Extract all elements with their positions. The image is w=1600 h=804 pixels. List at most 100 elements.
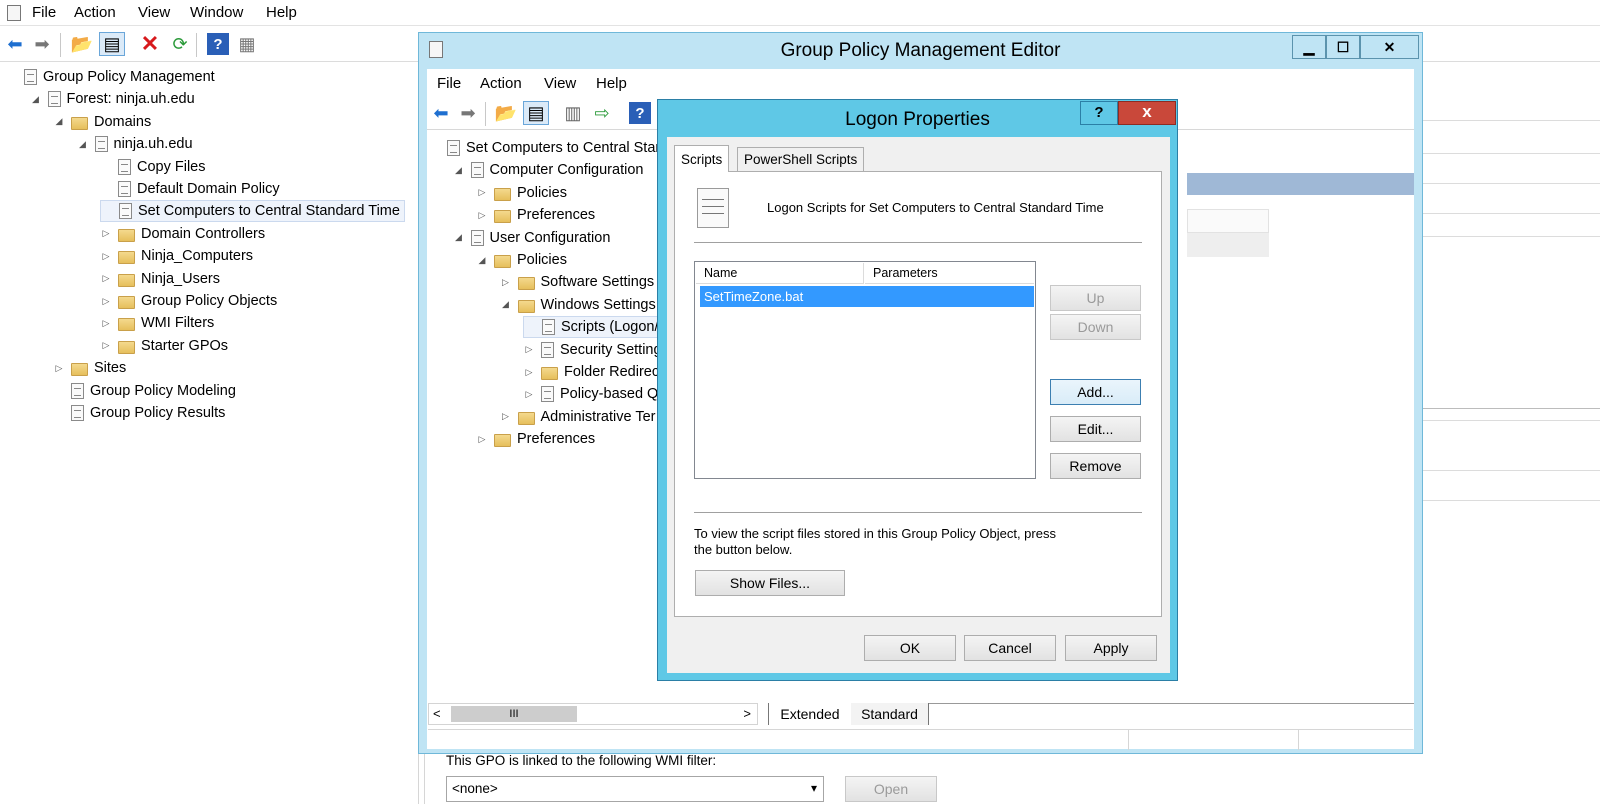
menu-help[interactable]: Help [266, 4, 297, 21]
forward-arrow-icon[interactable]: ➡ [31, 33, 53, 55]
tree-item[interactable]: ◢ Policies [476, 249, 567, 271]
editor-menu-view[interactable]: View [544, 75, 576, 92]
tree-item[interactable]: ◢ ninja.uh.edu [77, 133, 193, 155]
apply-button[interactable]: Apply [1065, 635, 1157, 661]
expand-arrow-icon[interactable]: ▷ [476, 187, 488, 198]
expand-arrow-icon[interactable]: ▷ [476, 210, 488, 221]
tree-item[interactable]: ▷ Policies [476, 182, 567, 204]
edit-script-button[interactable]: Edit... [1050, 416, 1141, 442]
tree-item[interactable]: ◢ Computer Configuration [453, 159, 643, 181]
tree-item[interactable]: ▷ Folder Redirect [523, 361, 663, 383]
expand-arrow-icon[interactable]: ▷ [523, 344, 535, 355]
up-button[interactable]: Up [1050, 285, 1141, 311]
editor-up-folder-icon[interactable]: 📂 [495, 102, 517, 124]
editor-menu-file[interactable]: File [437, 75, 461, 92]
script-row[interactable]: SetTimeZone.bat [700, 286, 1034, 307]
tree-item[interactable]: Set Computers to Central Standard Time [100, 200, 405, 223]
tree-item[interactable]: ▷ WMI Filters [100, 312, 214, 334]
editor-help-icon[interactable]: ? [629, 102, 651, 124]
maximize-button[interactable]: ☐ [1326, 35, 1360, 59]
tree-item[interactable]: ▷ Administrative Ter [500, 406, 655, 428]
tree-item[interactable]: ▷ Ninja_Users [100, 268, 220, 290]
expand-arrow-icon[interactable]: ▷ [100, 340, 112, 351]
ok-button[interactable]: OK [864, 635, 956, 661]
open-wmi-button[interactable]: Open [845, 776, 937, 802]
tree-item[interactable]: ◢ Windows Settings [500, 294, 656, 316]
scripts-list[interactable]: Name Parameters SetTimeZone.bat [694, 261, 1036, 479]
menu-file[interactable]: File [32, 4, 56, 21]
tab-scripts[interactable]: Scripts [674, 145, 730, 172]
tree-item[interactable]: ▷ Security Setting [523, 339, 662, 361]
tree-item[interactable]: Group Policy Modeling [53, 380, 236, 402]
tree-item[interactable]: ◢ Forest: ninja.uh.edu [30, 88, 195, 110]
back-arrow-icon[interactable]: ⬅ [4, 33, 26, 55]
expand-arrow-icon[interactable]: ▷ [500, 277, 512, 288]
column-header-name[interactable]: Name [696, 263, 864, 284]
collapse-arrow-icon[interactable]: ◢ [476, 255, 488, 266]
tree-item[interactable]: ▷ Sites [53, 357, 126, 379]
tree-item[interactable]: ▷ Domain Controllers [100, 223, 265, 245]
scroll-thumb[interactable]: III [451, 706, 577, 722]
dialog-close-button[interactable]: x [1118, 101, 1176, 125]
collapse-arrow-icon[interactable]: ◢ [500, 299, 512, 310]
tree-item[interactable]: Default Domain Policy [100, 178, 280, 200]
tree-item[interactable]: ▷ Group Policy Objects [100, 290, 277, 312]
tree-item[interactable]: ▷ Ninja_Computers [100, 245, 253, 267]
menu-window[interactable]: Window [190, 4, 243, 21]
tree-item[interactable]: ▷ Preferences [476, 428, 595, 450]
tab-standard[interactable]: Standard [851, 703, 929, 725]
expand-arrow-icon[interactable]: ▷ [100, 228, 112, 239]
collapse-arrow-icon[interactable]: ◢ [453, 165, 465, 176]
add-script-button[interactable]: Add... [1050, 379, 1141, 405]
expand-arrow-icon[interactable]: ▷ [476, 434, 488, 445]
minimize-button[interactable]: ▁ [1292, 35, 1326, 59]
collapse-arrow-icon[interactable]: ◢ [53, 116, 65, 127]
expand-arrow-icon[interactable]: ▷ [100, 318, 112, 329]
editor-back-icon[interactable]: ⬅ [430, 102, 452, 124]
wmi-filter-select[interactable]: <none> ▾ [446, 776, 824, 802]
show-hide-tree-icon[interactable]: ▤ [99, 32, 125, 56]
editor-show-tree-icon[interactable]: ▤ [523, 101, 549, 125]
menu-view[interactable]: View [138, 4, 170, 21]
scroll-right-icon[interactable]: > [743, 706, 751, 721]
tree-item[interactable]: ◢ User Configuration [453, 227, 610, 249]
tree-item[interactable]: ▷ Software Settings [500, 271, 654, 293]
expand-arrow-icon[interactable]: ▷ [100, 273, 112, 284]
expand-arrow-icon[interactable]: ▷ [523, 389, 535, 400]
help-icon[interactable]: ? [207, 33, 229, 55]
close-button[interactable]: ✕ [1360, 35, 1419, 59]
collapse-arrow-icon[interactable]: ◢ [30, 94, 42, 105]
editor-properties-icon[interactable]: ▥ [562, 102, 584, 124]
tree-item[interactable]: Scripts (Logon/ [523, 316, 664, 339]
tree-item[interactable]: ◢ Domains [53, 111, 151, 133]
tree-item[interactable]: ▷ Preferences [476, 204, 595, 226]
tab-extended[interactable]: Extended [768, 703, 852, 725]
tree-item[interactable]: Group Policy Results [53, 402, 225, 424]
expand-arrow-icon[interactable]: ▷ [523, 367, 535, 378]
refresh-icon[interactable]: ⟳ [169, 33, 191, 55]
scroll-left-icon[interactable]: < [433, 706, 441, 721]
menu-action[interactable]: Action [74, 4, 116, 21]
tree-item[interactable]: Copy Files [100, 156, 206, 178]
tree-hscrollbar[interactable]: < III > [428, 703, 758, 725]
collapse-arrow-icon[interactable]: ◢ [77, 139, 89, 150]
down-button[interactable]: Down [1050, 314, 1141, 340]
editor-menu-action[interactable]: Action [480, 75, 522, 92]
help-button[interactable]: ? [1080, 101, 1118, 125]
tree-item[interactable]: Set Computers to Central Star [429, 137, 660, 159]
tree-item[interactable]: ▷ Policy-based Q [523, 383, 658, 405]
remove-script-button[interactable]: Remove [1050, 453, 1141, 479]
expand-arrow-icon[interactable]: ▷ [500, 411, 512, 422]
show-files-button[interactable]: Show Files... [695, 570, 845, 596]
expand-arrow-icon[interactable]: ▷ [53, 363, 65, 374]
expand-arrow-icon[interactable]: ▷ [100, 251, 112, 262]
column-header-parameters[interactable]: Parameters [865, 263, 1034, 284]
expand-arrow-icon[interactable]: ▷ [100, 296, 112, 307]
editor-menu-help[interactable]: Help [596, 75, 627, 92]
action-pane-icon[interactable]: ▦ [236, 33, 258, 55]
cancel-button[interactable]: Cancel [964, 635, 1056, 661]
delete-icon[interactable]: ✕ [139, 31, 161, 56]
editor-forward-icon[interactable]: ➡ [457, 102, 479, 124]
tab-powershell-scripts[interactable]: PowerShell Scripts [737, 147, 865, 171]
collapse-arrow-icon[interactable]: ◢ [453, 232, 465, 243]
